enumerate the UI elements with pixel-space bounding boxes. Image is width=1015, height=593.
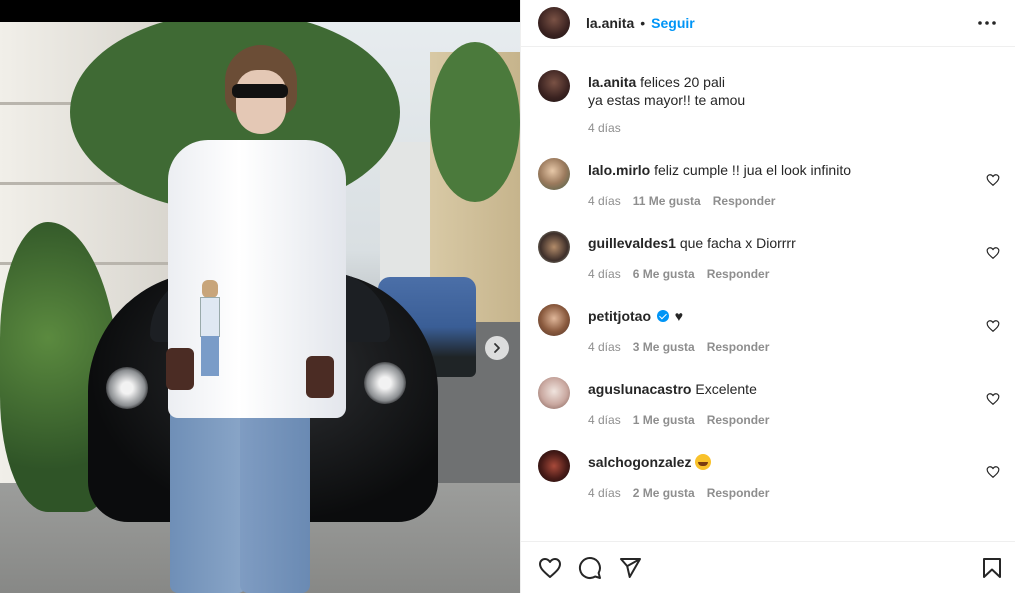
avatar[interactable] xyxy=(538,158,570,190)
reply-button[interactable]: Responder xyxy=(707,486,770,500)
bookmark-icon xyxy=(983,557,1001,578)
comment-meta: 4 días 2 Me gusta Responder xyxy=(588,486,1000,500)
post-actions-bar xyxy=(521,541,1015,593)
avatar[interactable] xyxy=(538,450,570,482)
chevron-right-icon xyxy=(494,343,500,353)
avatar[interactable] xyxy=(538,377,570,409)
comment-meta: 4 días 3 Me gusta Responder xyxy=(588,340,1000,354)
post-header: la.anita • Seguir xyxy=(521,0,1015,47)
person-face xyxy=(236,70,286,134)
photo-scene xyxy=(0,22,520,593)
share-button[interactable] xyxy=(618,556,642,580)
comment-username[interactable]: guillevaldes1 xyxy=(588,235,676,251)
comment-username[interactable]: salchogonzalez xyxy=(588,454,691,470)
comment-body: Excelente xyxy=(695,381,757,397)
comment-body: ♥ xyxy=(674,308,684,324)
heart-icon xyxy=(539,557,561,578)
more-options-button[interactable] xyxy=(975,11,999,35)
heart-icon[interactable] xyxy=(986,392,1000,406)
comment-meta: 4 días 11 Me gusta Responder xyxy=(588,194,1000,208)
comment-body: que facha x Diorrrr xyxy=(679,235,796,251)
comment-username[interactable]: petitjotao xyxy=(588,308,651,324)
comment-icon xyxy=(578,556,601,579)
reply-button[interactable]: Responder xyxy=(707,267,770,281)
comment-time[interactable]: 4 días xyxy=(588,413,621,427)
comment-time[interactable]: 4 días xyxy=(588,340,621,354)
avatar[interactable] xyxy=(538,70,570,102)
comment-text: guillevaldes1 que facha x Diorrrr xyxy=(588,234,1000,252)
comment-text: petitjotao ♥ xyxy=(588,307,1000,325)
comment-time[interactable]: 4 días xyxy=(588,194,621,208)
reply-button[interactable]: Responder xyxy=(707,340,770,354)
avatar[interactable] xyxy=(538,304,570,336)
caption: la.anita felices 20 pali ya estas mayor!… xyxy=(538,47,1000,135)
comment-time[interactable]: 4 días xyxy=(588,267,621,281)
comment-button[interactable] xyxy=(578,556,602,580)
sunglasses xyxy=(232,84,288,98)
reply-button[interactable]: Responder xyxy=(707,413,770,427)
avatar[interactable] xyxy=(538,7,570,39)
comment-likes[interactable]: 3 Me gusta xyxy=(633,340,695,354)
comment-text: lalo.mirlo feliz cumple !! jua el look i… xyxy=(588,161,1000,179)
list-item: salchogonzalez 4 días 2 Me gusta Respond… xyxy=(538,427,1000,500)
reply-button[interactable]: Responder xyxy=(713,194,776,208)
comment-username[interactable]: lalo.mirlo xyxy=(588,162,650,178)
comment-likes[interactable]: 1 Me gusta xyxy=(633,413,695,427)
comment-body: feliz cumple !! jua el look infinito xyxy=(654,162,851,178)
post-side-panel: la.anita • Seguir la.anita felices 20 pa… xyxy=(520,0,1015,593)
comment-meta: 4 días 6 Me gusta Responder xyxy=(588,267,1000,281)
follow-button[interactable]: Seguir xyxy=(651,15,695,31)
list-item: lalo.mirlo feliz cumple !! jua el look i… xyxy=(538,135,1000,208)
headlight-left xyxy=(106,367,148,409)
verified-badge-icon xyxy=(656,310,669,322)
comment-likes[interactable]: 6 Me gusta xyxy=(633,267,695,281)
caption-time[interactable]: 4 días xyxy=(588,121,621,135)
comment-text: salchogonzalez xyxy=(588,453,1000,471)
list-item: petitjotao ♥ 4 días 3 Me gusta Responder xyxy=(538,281,1000,354)
heart-icon[interactable] xyxy=(986,465,1000,479)
cuff-left xyxy=(166,348,194,390)
more-horizontal-icon xyxy=(978,21,996,25)
heart-icon[interactable] xyxy=(986,319,1000,333)
separator-dot: • xyxy=(640,15,646,31)
comment-time[interactable]: 4 días xyxy=(588,486,621,500)
comment-likes[interactable]: 11 Me gusta xyxy=(633,194,701,208)
heart-icon[interactable] xyxy=(986,173,1000,187)
list-item: guillevaldes1 que facha x Diorrrr 4 días… xyxy=(538,208,1000,281)
comment-likes[interactable]: 2 Me gusta xyxy=(633,486,695,500)
caption-meta: 4 días xyxy=(588,121,1000,135)
avatar[interactable] xyxy=(538,231,570,263)
share-icon xyxy=(620,557,641,578)
caption-text: la.anita felices 20 pali ya estas mayor!… xyxy=(588,73,1000,109)
save-button[interactable] xyxy=(980,556,1004,580)
comment-text: aguslunacastro Excelente xyxy=(588,380,1000,398)
like-button[interactable] xyxy=(538,556,562,580)
headlight-right xyxy=(364,362,406,404)
cuff-right xyxy=(306,356,334,398)
comments-list[interactable]: la.anita felices 20 pali ya estas mayor!… xyxy=(521,47,1015,541)
next-image-button[interactable] xyxy=(485,336,509,360)
jeans-right xyxy=(240,407,310,593)
list-item: aguslunacastro Excelente 4 días 1 Me gus… xyxy=(538,354,1000,427)
post-author-username[interactable]: la.anita xyxy=(586,15,634,31)
comment-meta: 4 días 1 Me gusta Responder xyxy=(588,413,1000,427)
post-photo xyxy=(0,0,520,593)
comment-username[interactable]: aguslunacastro xyxy=(588,381,691,397)
tree-right xyxy=(430,42,520,202)
heart-icon[interactable] xyxy=(986,246,1000,260)
shirt-patch-figure xyxy=(197,280,223,380)
caption-username[interactable]: la.anita xyxy=(588,74,636,90)
grinning-squinting-face-emoji-icon xyxy=(695,454,712,470)
jeans-left xyxy=(170,407,246,593)
